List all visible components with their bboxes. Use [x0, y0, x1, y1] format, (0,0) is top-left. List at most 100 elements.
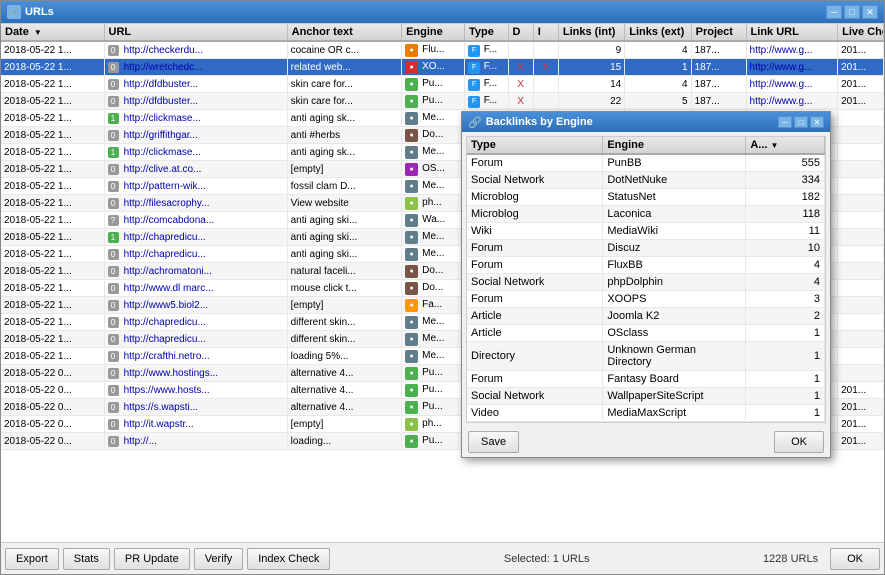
modal-col-engine[interactable]: Engine: [603, 137, 746, 154]
cell-type: F F...: [465, 76, 508, 93]
badge: ?: [108, 215, 119, 226]
url-text: http://www5.biol2...: [124, 300, 208, 311]
cell-links-int: 15: [558, 59, 624, 76]
modal-minimize-button[interactable]: ─: [778, 116, 792, 128]
col-header-anchor[interactable]: Anchor text: [287, 24, 401, 41]
stats-button[interactable]: Stats: [63, 548, 110, 570]
cell-d: X: [508, 93, 533, 110]
cell-live: [838, 212, 884, 229]
title-bar: 🔗 URLs ─ □ ✕: [1, 1, 884, 23]
cell-link-url: http://www.g...: [746, 76, 838, 93]
modal-cell-type: Social Network: [467, 388, 603, 405]
modal-cell-type: Wiki: [467, 223, 603, 240]
cell-engine: ● Me...: [402, 331, 465, 348]
badge: 0: [108, 249, 119, 260]
cell-anchor: [empty]: [287, 416, 401, 433]
cell-live: 201...: [838, 382, 884, 399]
modal-close-button[interactable]: ✕: [810, 116, 824, 128]
cell-url: 0 http://www5.biol2...: [104, 297, 287, 314]
url-text: http://griffithgar...: [124, 130, 198, 141]
cell-url: 0 http://checkerdu...: [104, 41, 287, 59]
cell-live: [838, 110, 884, 127]
cell-engine: ● Pu...: [402, 76, 465, 93]
url-text: http://pattern-wik...: [124, 181, 206, 192]
cell-links-int: 9: [558, 41, 624, 59]
modal-cell-engine: StatusNet: [603, 189, 746, 206]
pr-update-button[interactable]: PR Update: [114, 548, 190, 570]
modal-table-row[interactable]: Article OSclass 1: [467, 325, 825, 342]
close-button[interactable]: ✕: [862, 5, 878, 19]
badge: 0: [108, 402, 119, 413]
cell-anchor: natural faceli...: [287, 263, 401, 280]
modal-save-button[interactable]: Save: [468, 431, 519, 453]
col-header-engine[interactable]: Engine: [402, 24, 465, 41]
engine-icon: ●: [405, 435, 418, 448]
ok-button[interactable]: OK: [830, 548, 880, 570]
cell-anchor: mouse click t...: [287, 280, 401, 297]
col-header-i[interactable]: I: [533, 24, 558, 41]
verify-button[interactable]: Verify: [194, 548, 244, 570]
title-bar-controls: ─ □ ✕: [826, 5, 878, 19]
engine-icon: ●: [405, 265, 418, 278]
url-text: http://crafthi.netro...: [124, 351, 210, 362]
maximize-button[interactable]: □: [844, 5, 860, 19]
modal-col-type[interactable]: Type: [467, 137, 603, 154]
export-button[interactable]: Export: [5, 548, 59, 570]
modal-cell-count: 4: [746, 274, 825, 291]
modal-table-row[interactable]: Forum FluxBB 4: [467, 257, 825, 274]
modal-table-row[interactable]: Article Joomla K2 2: [467, 308, 825, 325]
cell-links-ext: 4: [625, 41, 691, 59]
badge: 1: [108, 113, 119, 124]
col-header-links-ext[interactable]: Links (ext): [625, 24, 691, 41]
modal-cell-type: Video: [467, 405, 603, 422]
modal-maximize-button[interactable]: □: [794, 116, 808, 128]
modal-table-row[interactable]: Wiki MediaWiki 11: [467, 223, 825, 240]
cell-engine: ● OS...: [402, 161, 465, 178]
modal-ok-button[interactable]: OK: [774, 431, 824, 453]
cell-links-int: 22: [558, 93, 624, 110]
modal-cell-engine: FluxBB: [603, 257, 746, 274]
badge: 0: [108, 62, 119, 73]
col-header-live[interactable]: Live Che...: [838, 24, 884, 41]
badge: 0: [108, 198, 119, 209]
table-row[interactable]: 2018-05-22 1... 0 http://dfdbuster... sk…: [1, 93, 884, 110]
modal-table-row[interactable]: Video MediaMaxScript 1: [467, 405, 825, 422]
modal-table-row[interactable]: Microblog StatusNet 182: [467, 189, 825, 206]
col-header-link-url[interactable]: Link URL: [746, 24, 838, 41]
col-header-type[interactable]: Type: [465, 24, 508, 41]
modal-cell-count: 1: [746, 405, 825, 422]
modal-table-row[interactable]: Directory Unknown German Directory 1: [467, 342, 825, 371]
col-header-d[interactable]: D: [508, 24, 533, 41]
modal-col-count[interactable]: A... ▼: [746, 137, 825, 154]
cell-type: F F...: [465, 93, 508, 110]
cell-url: 0 http://www.dl marc...: [104, 280, 287, 297]
col-header-links-int[interactable]: Links (int): [558, 24, 624, 41]
cell-anchor: skin care for...: [287, 93, 401, 110]
modal-table-row[interactable]: Forum Discuz 10: [467, 240, 825, 257]
col-header-project[interactable]: Project: [691, 24, 746, 41]
col-header-url[interactable]: URL: [104, 24, 287, 41]
table-row[interactable]: 2018-05-22 1... 0 http://wretchedc... re…: [1, 59, 884, 76]
engine-label: Me...: [422, 146, 444, 157]
engine-label: Me...: [422, 231, 444, 242]
engine-label: ph...: [422, 197, 441, 208]
modal-table-row[interactable]: Microblog Laconica 118: [467, 206, 825, 223]
engine-label: Do...: [422, 282, 443, 293]
index-check-button[interactable]: Index Check: [247, 548, 330, 570]
minimize-button[interactable]: ─: [826, 5, 842, 19]
cell-d: X: [508, 76, 533, 93]
table-row[interactable]: 2018-05-22 1... 0 http://checkerdu... co…: [1, 41, 884, 59]
table-row[interactable]: 2018-05-22 1... 0 http://dfdbuster... sk…: [1, 76, 884, 93]
modal-table-row[interactable]: Forum Fantasy Board 1: [467, 371, 825, 388]
modal-table-row[interactable]: Forum PunBB 555: [467, 154, 825, 172]
modal-table-row[interactable]: Social Network DotNetNuke 334: [467, 172, 825, 189]
cell-link-url: http://www.g...: [746, 93, 838, 110]
col-header-date[interactable]: Date ▼: [1, 24, 104, 41]
cell-url: 0 http://wretchedc...: [104, 59, 287, 76]
modal-cell-count: 3: [746, 291, 825, 308]
modal-table-row[interactable]: Social Network WallpaperSiteScript 1: [467, 388, 825, 405]
modal-table-row[interactable]: Social Network phpDolphin 4: [467, 274, 825, 291]
cell-date: 2018-05-22 0...: [1, 416, 104, 433]
url-text: http://chapredicu...: [124, 249, 206, 260]
modal-table-row[interactable]: Forum XOOPS 3: [467, 291, 825, 308]
